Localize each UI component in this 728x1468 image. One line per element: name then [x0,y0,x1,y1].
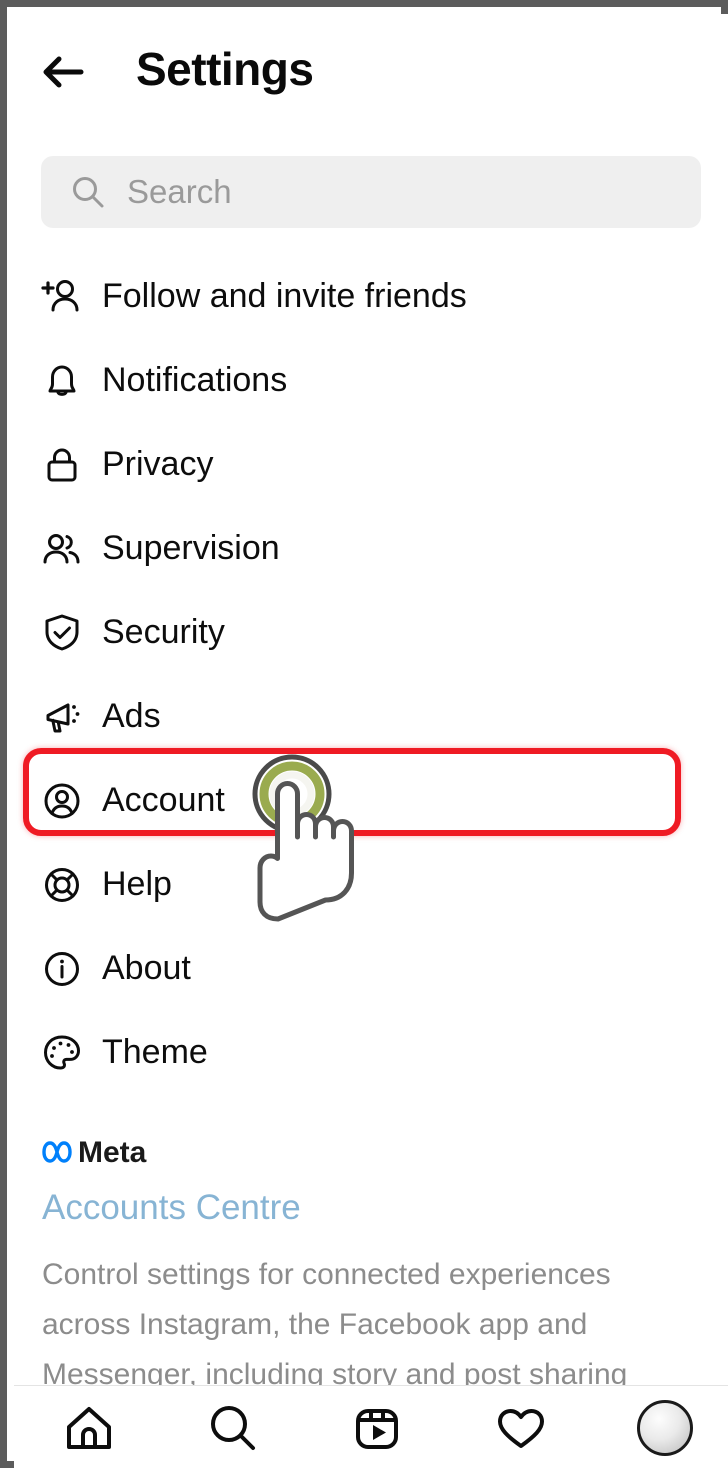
nav-item-activity[interactable] [493,1400,549,1456]
person-circle-icon [39,778,85,824]
menu-item-account[interactable]: Account [14,758,728,842]
search-input[interactable]: Search [41,156,701,228]
menu-item-label: Account [102,781,225,819]
bell-icon [39,358,85,404]
menu-item-ads[interactable]: Ads [14,674,728,758]
menu-item-supervision[interactable]: Supervision [14,506,728,590]
device-frame: Settings Search Follow and invite friend… [0,0,728,1468]
back-arrow-icon[interactable] [35,44,91,100]
app-header: Settings [14,14,728,126]
lock-icon [39,442,85,488]
meta-wordmark: Meta [78,1136,147,1169]
nav-item-search[interactable] [205,1400,261,1456]
menu-item-about[interactable]: About [14,926,728,1010]
meta-infinity-icon [40,1138,74,1166]
menu-item-theme[interactable]: Theme [14,1010,728,1094]
search-placeholder: Search [127,173,232,210]
info-circle-icon [39,946,85,992]
settings-menu: Follow and invite friends Notifications [14,254,728,1094]
heart-icon [493,1409,549,1460]
menu-item-label: About [102,949,191,987]
lifebuoy-icon [39,862,85,908]
person-plus-icon [39,274,85,320]
menu-item-label: Follow and invite friends [102,277,467,315]
accounts-centre-link[interactable]: Accounts Centre [42,1188,301,1228]
nav-item-profile[interactable] [637,1400,693,1456]
people-icon [39,526,85,572]
megaphone-icon [39,694,85,740]
nav-item-reels[interactable] [349,1400,405,1456]
menu-item-label: Notifications [102,361,288,399]
menu-item-help[interactable]: Help [14,842,728,926]
app-screen: Settings Search Follow and invite friend… [14,14,728,1468]
search-icon [71,175,105,209]
reels-icon [349,1409,405,1460]
home-icon [61,1407,117,1460]
avatar-icon [637,1400,693,1456]
menu-item-label: Theme [102,1033,208,1071]
search-icon [205,1406,261,1460]
bottom-navigation-bar [14,1385,728,1468]
nav-item-home[interactable] [61,1400,117,1456]
menu-item-privacy[interactable]: Privacy [14,422,728,506]
menu-item-label: Supervision [102,529,280,567]
accounts-centre-description: Control settings for connected experienc… [42,1258,628,1391]
page-title: Settings [136,43,314,95]
menu-item-label: Ads [102,697,161,735]
menu-item-label: Help [102,865,172,903]
menu-item-notifications[interactable]: Notifications [14,338,728,422]
menu-item-security[interactable]: Security [14,590,728,674]
shield-check-icon [39,610,85,656]
menu-item-follow-and-invite-friends[interactable]: Follow and invite friends [14,254,728,338]
menu-item-label: Security [102,613,225,651]
menu-item-label: Privacy [102,445,214,483]
palette-icon [39,1030,85,1076]
